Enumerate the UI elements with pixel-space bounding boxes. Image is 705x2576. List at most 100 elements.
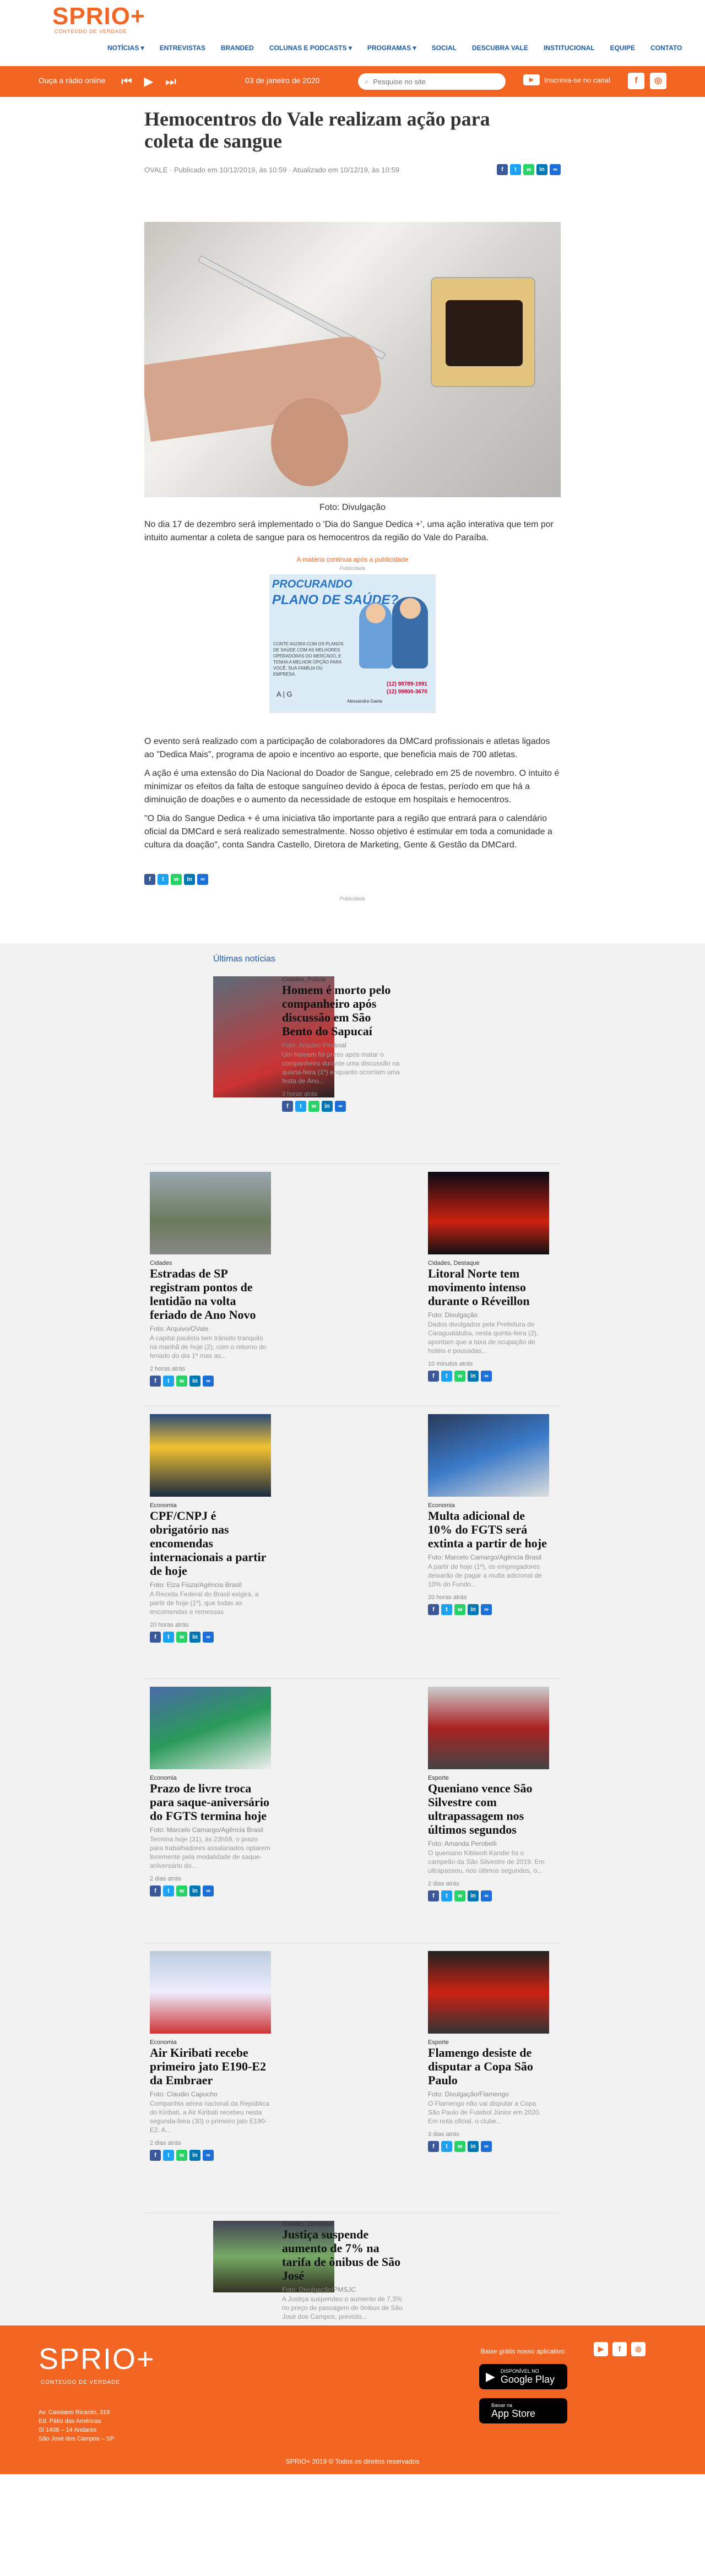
facebook-share-icon[interactable]: f bbox=[282, 1101, 293, 1112]
link-share-icon[interactable]: ∞ bbox=[550, 164, 561, 175]
link-share-icon[interactable]: ∞ bbox=[197, 874, 208, 885]
whatsapp-share-icon[interactable]: w bbox=[176, 1632, 187, 1643]
whatsapp-share-icon[interactable]: w bbox=[176, 1885, 187, 1896]
ad-banner[interactable]: PROCURANDO PLANO DE SAÚDE? CONTE AGORA C… bbox=[269, 574, 436, 713]
twitter-share-icon[interactable]: t bbox=[163, 2150, 174, 2161]
nav-institucional[interactable]: INSTITUCIONAL bbox=[544, 44, 595, 52]
twitter-share-icon[interactable]: t bbox=[441, 2141, 452, 2152]
link-share-icon[interactable]: ∞ bbox=[481, 1604, 492, 1615]
news-thumbnail[interactable] bbox=[150, 1687, 271, 1769]
nav-entrevistas[interactable]: ENTREVISTAS bbox=[160, 44, 205, 52]
whatsapp-share-icon[interactable]: w bbox=[176, 2150, 187, 2161]
news-thumbnail[interactable] bbox=[150, 1951, 271, 2034]
linkedin-share-icon[interactable]: in bbox=[536, 164, 547, 175]
facebook-share-icon[interactable]: f bbox=[150, 1632, 161, 1643]
site-logo[interactable]: SPRIO+ CONTEÚDO DE VERDADE bbox=[52, 4, 151, 35]
whatsapp-share-icon[interactable]: w bbox=[176, 1376, 187, 1387]
whatsapp-share-icon[interactable]: w bbox=[454, 2141, 465, 2152]
news-thumbnail[interactable] bbox=[428, 1951, 549, 2034]
google-play-button[interactable]: ▶ DISPONÍVEL NO Google Play bbox=[479, 2364, 567, 2389]
nav-colunas[interactable]: COLUNAS E PODCASTS ▾ bbox=[269, 44, 352, 52]
twitter-share-icon[interactable]: t bbox=[441, 1371, 452, 1382]
nav-noticias[interactable]: NOTÍCIAS ▾ bbox=[107, 44, 144, 52]
nav-programas[interactable]: PROGRAMAS ▾ bbox=[367, 44, 416, 52]
twitter-share-icon[interactable]: t bbox=[441, 1604, 452, 1615]
instagram-icon[interactable]: ◎ bbox=[631, 2342, 646, 2356]
linkedin-share-icon[interactable]: in bbox=[322, 1101, 333, 1112]
linkedin-share-icon[interactable]: in bbox=[189, 1376, 200, 1387]
news-card[interactable]: Cidades, Polícia Homem é morto pelo compa… bbox=[213, 976, 400, 1112]
twitter-share-icon[interactable]: t bbox=[295, 1101, 306, 1112]
news-thumbnail[interactable] bbox=[428, 1414, 549, 1497]
search-input[interactable] bbox=[373, 77, 489, 86]
nav-social[interactable]: SOCIAL bbox=[432, 44, 457, 52]
link-share-icon[interactable]: ∞ bbox=[203, 2150, 214, 2161]
linkedin-share-icon[interactable]: in bbox=[184, 874, 195, 885]
search-icon[interactable]: ⌕ bbox=[365, 77, 368, 86]
link-share-icon[interactable]: ∞ bbox=[481, 2141, 492, 2152]
whatsapp-share-icon[interactable]: w bbox=[171, 874, 182, 885]
nav-branded[interactable]: BRANDED bbox=[221, 44, 254, 52]
news-card[interactable]: Cidades Estradas de SP registram pontos d… bbox=[150, 1172, 271, 1387]
facebook-share-icon[interactable]: f bbox=[150, 1885, 161, 1896]
facebook-share-icon[interactable]: f bbox=[428, 1890, 439, 1901]
link-share-icon[interactable]: ∞ bbox=[481, 1890, 492, 1901]
link-share-icon[interactable]: ∞ bbox=[203, 1885, 214, 1896]
channel-link[interactable]: ▶ Inscreva-se no canal bbox=[523, 74, 610, 85]
linkedin-share-icon[interactable]: in bbox=[468, 2141, 479, 2152]
link-share-icon[interactable]: ∞ bbox=[203, 1632, 214, 1643]
news-title[interactable]: Homem é morto pelo companheiro após disc… bbox=[282, 983, 403, 1038]
twitter-share-icon[interactable]: t bbox=[163, 1376, 174, 1387]
news-card[interactable]: Cidades, Destaque Justiça suspende aument… bbox=[213, 2221, 403, 2347]
news-thumbnail[interactable] bbox=[150, 1172, 271, 1254]
twitter-share-icon[interactable]: t bbox=[510, 164, 521, 175]
news-title[interactable]: CPF/CNPJ é obrigatório nas encomendas in… bbox=[150, 1509, 271, 1578]
whatsapp-share-icon[interactable]: w bbox=[454, 1371, 465, 1382]
news-title[interactable]: Prazo de livre troca para saque-aniversá… bbox=[150, 1781, 271, 1823]
news-card[interactable]: Esporte Flamengo desiste de disputar a Co… bbox=[428, 1951, 549, 2152]
whatsapp-share-icon[interactable]: w bbox=[308, 1101, 319, 1112]
nav-descubra-vale[interactable]: DESCUBRA VALE bbox=[472, 44, 528, 52]
twitter-share-icon[interactable]: t bbox=[163, 1885, 174, 1896]
nav-equipe[interactable]: EQUIPE bbox=[610, 44, 635, 52]
linkedin-share-icon[interactable]: in bbox=[189, 1632, 200, 1643]
twitter-share-icon[interactable]: t bbox=[163, 1632, 174, 1643]
facebook-icon[interactable]: f bbox=[612, 2342, 627, 2356]
news-title[interactable]: Litoral Norte tem movimento intenso dura… bbox=[428, 1267, 549, 1308]
app-store-button[interactable]: Baixar na App Store bbox=[479, 2398, 567, 2423]
linkedin-share-icon[interactable]: in bbox=[468, 1371, 479, 1382]
linkedin-share-icon[interactable]: in bbox=[468, 1890, 479, 1901]
youtube-icon[interactable]: ▶ bbox=[594, 2342, 608, 2356]
next-icon[interactable]: ⏭ bbox=[162, 73, 179, 90]
facebook-share-icon[interactable]: f bbox=[150, 2150, 161, 2161]
news-thumbnail[interactable] bbox=[150, 1414, 271, 1497]
whatsapp-share-icon[interactable]: w bbox=[454, 1604, 465, 1615]
news-title[interactable]: Queniano vence São Silvestre com ultrapa… bbox=[428, 1781, 549, 1836]
news-card[interactable]: Economia Multa adicional de 10% do FGTS s… bbox=[428, 1414, 549, 1615]
facebook-share-icon[interactable]: f bbox=[428, 1604, 439, 1615]
news-card[interactable]: Esporte Queniano vence São Silvestre com … bbox=[428, 1687, 549, 1901]
whatsapp-share-icon[interactable]: w bbox=[454, 1890, 465, 1901]
news-title[interactable]: Air Kiribati recebe primeiro jato E190-E… bbox=[150, 2046, 271, 2087]
news-title[interactable]: Multa adicional de 10% do FGTS será exti… bbox=[428, 1509, 549, 1550]
link-share-icon[interactable]: ∞ bbox=[203, 1376, 214, 1387]
twitter-share-icon[interactable]: t bbox=[441, 1890, 452, 1901]
link-share-icon[interactable]: ∞ bbox=[335, 1101, 346, 1112]
linkedin-share-icon[interactable]: in bbox=[189, 1885, 200, 1896]
facebook-share-icon[interactable]: f bbox=[428, 1371, 439, 1382]
twitter-share-icon[interactable]: t bbox=[158, 874, 169, 885]
whatsapp-share-icon[interactable]: w bbox=[523, 164, 534, 175]
footer-logo[interactable]: SPRIO+ bbox=[39, 2342, 155, 2376]
instagram-icon[interactable]: ◎ bbox=[650, 73, 666, 89]
facebook-icon[interactable]: f bbox=[628, 73, 644, 89]
facebook-share-icon[interactable]: f bbox=[428, 2141, 439, 2152]
linkedin-share-icon[interactable]: in bbox=[468, 1604, 479, 1615]
linkedin-share-icon[interactable]: in bbox=[189, 2150, 200, 2161]
news-thumbnail[interactable] bbox=[428, 1687, 549, 1769]
news-card[interactable]: Economia Prazo de livre troca para saque-… bbox=[150, 1687, 271, 1896]
play-icon[interactable]: ▶ bbox=[140, 73, 157, 90]
link-share-icon[interactable]: ∞ bbox=[481, 1371, 492, 1382]
nav-contato[interactable]: CONTATO bbox=[650, 44, 682, 52]
news-title[interactable]: Justiça suspende aumento de 7% na tarifa… bbox=[282, 2227, 403, 2282]
news-card[interactable]: Cidades, Destaque Litoral Norte tem movim… bbox=[428, 1172, 549, 1382]
